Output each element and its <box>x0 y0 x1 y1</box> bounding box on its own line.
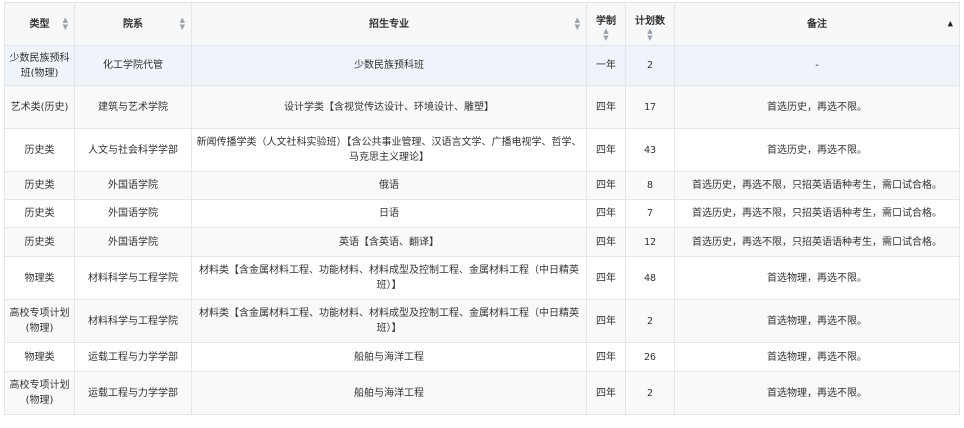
cell-years: 四年 <box>586 85 626 129</box>
cell-note: 首选历史，再选不限，只招英语语种考生，需口试合格。 <box>674 227 960 257</box>
sort-icon[interactable]: ▲ ▼ <box>180 17 185 31</box>
header-plan[interactable]: 计划数 ▲ ▼ <box>625 2 675 46</box>
table-row: 物理类 运载工程与力学学部 船舶与海洋工程 四年 26 首选物理，再选不限。 <box>4 342 960 372</box>
cell-type: 历史类 <box>4 128 75 172</box>
cell-dept: 外国语学院 <box>74 227 192 257</box>
cell-years: 四年 <box>586 171 626 200</box>
cell-years: 四年 <box>586 342 626 372</box>
cell-major: 新闻传播学类（人文社科实验班）【含公共事业管理、汉语言文学、广播电视学、哲学、马… <box>191 128 587 172</box>
table-row: 历史类 人文与社会科学学部 新闻传播学类（人文社科实验班）【含公共事业管理、汉语… <box>4 128 960 172</box>
cell-major: 日语 <box>191 199 587 228</box>
cell-major: 英语【含英语、翻译】 <box>191 227 587 257</box>
cell-plan: 48 <box>625 256 675 300</box>
admission-plan-table: 类型 ▲▼ 院系 ▲▼ 招生专业 ▲▼ 学制 ▲▼ 计划数 ▲▼ 备注 ▲▼ <box>4 2 960 415</box>
cell-plan: 8 <box>625 171 675 200</box>
header-dept[interactable]: 院系 ▲ ▼ <box>74 2 192 46</box>
cell-type: 高校专项计划(物理) <box>4 371 75 415</box>
cell-plan: 43 <box>625 128 675 172</box>
sort-icon[interactable]: ▲ ▼ <box>575 17 580 31</box>
cell-plan: 7 <box>625 199 675 228</box>
cell-plan: 26 <box>625 342 675 372</box>
cell-type: 历史类 <box>4 227 75 257</box>
header-type-label: 类型 <box>29 18 50 30</box>
cell-years: 四年 <box>586 128 626 172</box>
cell-type: 历史类 <box>4 171 75 200</box>
header-major[interactable]: 招生专业 ▲ ▼ <box>191 2 587 46</box>
cell-major: 船舶与海洋工程 <box>191 371 587 415</box>
cell-dept: 建筑与艺术学院 <box>74 85 192 129</box>
sort-ascending-icon[interactable]: ▲▼ <box>948 20 953 28</box>
cell-major: 材料类【含金属材料工程、功能材料、材料成型及控制工程、金属材料工程（中日精英班）… <box>191 256 587 300</box>
table-row: 历史类 外国语学院 日语 四年 7 首选历史，再选不限，只招英语语种考生，需口试… <box>4 199 960 228</box>
cell-major: 材料类【含金属材料工程、功能材料、材料成型及控制工程、金属材料工程（中日精英班）… <box>191 299 587 343</box>
table-row: 物理类 材料科学与工程学院 材料类【含金属材料工程、功能材料、材料成型及控制工程… <box>4 256 960 300</box>
header-type[interactable]: 类型 ▲ ▼ <box>4 2 75 46</box>
cell-dept: 材料科学与工程学院 <box>74 256 192 300</box>
table-row: 高校专项计划(物理) 材料科学与工程学院 材料类【含金属材料工程、功能材料、材料… <box>4 299 960 343</box>
cell-plan: 2 <box>625 371 675 415</box>
cell-major: 船舶与海洋工程 <box>191 342 587 372</box>
cell-major: 俄语 <box>191 171 587 200</box>
cell-years: 四年 <box>586 256 626 300</box>
cell-dept: 材料科学与工程学院 <box>74 299 192 343</box>
cell-note: 首选历史，再选不限。 <box>674 128 960 172</box>
header-dept-label: 院系 <box>123 18 143 30</box>
sort-icon[interactable]: ▲ ▼ <box>63 17 68 31</box>
cell-note: 首选物理，再选不限。 <box>674 342 960 372</box>
table-row: 少数民族预科班(物理) 化工学院代管 少数民族预科班 一年 2 - <box>4 45 960 86</box>
table-row: 高校专项计划(物理) 运载工程与力学学部 船舶与海洋工程 四年 2 首选物理，再… <box>4 371 960 415</box>
table-row: 历史类 外国语学院 英语【含英语、翻译】 四年 12 首选历史，再选不限，只招英… <box>4 227 960 257</box>
cell-years: 一年 <box>586 45 626 86</box>
cell-major: 设计学类【含视觉传达设计、环境设计、雕塑】 <box>191 85 587 129</box>
cell-note: 首选物理，再选不限。 <box>674 371 960 415</box>
table-row: 艺术类(历史) 建筑与艺术学院 设计学类【含视觉传达设计、环境设计、雕塑】 四年… <box>4 85 960 129</box>
cell-note: 首选历史，再选不限，只招英语语种考生，需口试合格。 <box>674 171 960 200</box>
cell-type: 物理类 <box>4 342 75 372</box>
cell-type: 高校专项计划(物理) <box>4 299 75 343</box>
cell-years: 四年 <box>586 199 626 228</box>
sort-icon[interactable]: ▲ ▼ <box>647 28 652 42</box>
cell-years: 四年 <box>586 299 626 343</box>
cell-note: 首选历史，再选不限。 <box>674 85 960 129</box>
cell-plan: 17 <box>625 85 675 129</box>
cell-years: 四年 <box>586 371 626 415</box>
cell-dept: 人文与社会科学学部 <box>74 128 192 172</box>
sort-icon[interactable]: ▲ ▼ <box>603 28 608 42</box>
header-major-label: 招生专业 <box>369 18 409 30</box>
cell-dept: 外国语学院 <box>74 199 192 228</box>
cell-dept: 运载工程与力学学部 <box>74 342 192 372</box>
cell-plan: 2 <box>625 299 675 343</box>
cell-dept: 外国语学院 <box>74 171 192 200</box>
cell-type: 少数民族预科班(物理) <box>4 45 75 86</box>
cell-note: 首选历史，再选不限，只招英语语种考生，需口试合格。 <box>674 199 960 228</box>
cell-note: - <box>674 45 960 86</box>
cell-note: 首选物理，再选不限。 <box>674 299 960 343</box>
header-note-label: 备注 <box>807 18 827 30</box>
cell-years: 四年 <box>586 227 626 257</box>
cell-note: 首选物理，再选不限。 <box>674 256 960 300</box>
table-row: 历史类 外国语学院 俄语 四年 8 首选历史，再选不限，只招英语语种考生，需口试… <box>4 171 960 200</box>
cell-major: 少数民族预科班 <box>191 45 587 86</box>
cell-plan: 2 <box>625 45 675 86</box>
table-header-row: 类型 ▲▼ 院系 ▲▼ 招生专业 ▲▼ 学制 ▲▼ 计划数 ▲▼ 备注 ▲▼ <box>4 2 960 46</box>
cell-dept: 运载工程与力学学部 <box>74 371 192 415</box>
cell-plan: 12 <box>625 227 675 257</box>
header-years[interactable]: 学制 ▲ ▼ <box>586 2 626 46</box>
header-note[interactable]: 备注 ▲▼ <box>674 2 960 46</box>
cell-type: 物理类 <box>4 256 75 300</box>
cell-dept: 化工学院代管 <box>74 45 192 86</box>
cell-type: 艺术类(历史) <box>4 85 75 129</box>
cell-type: 历史类 <box>4 199 75 228</box>
